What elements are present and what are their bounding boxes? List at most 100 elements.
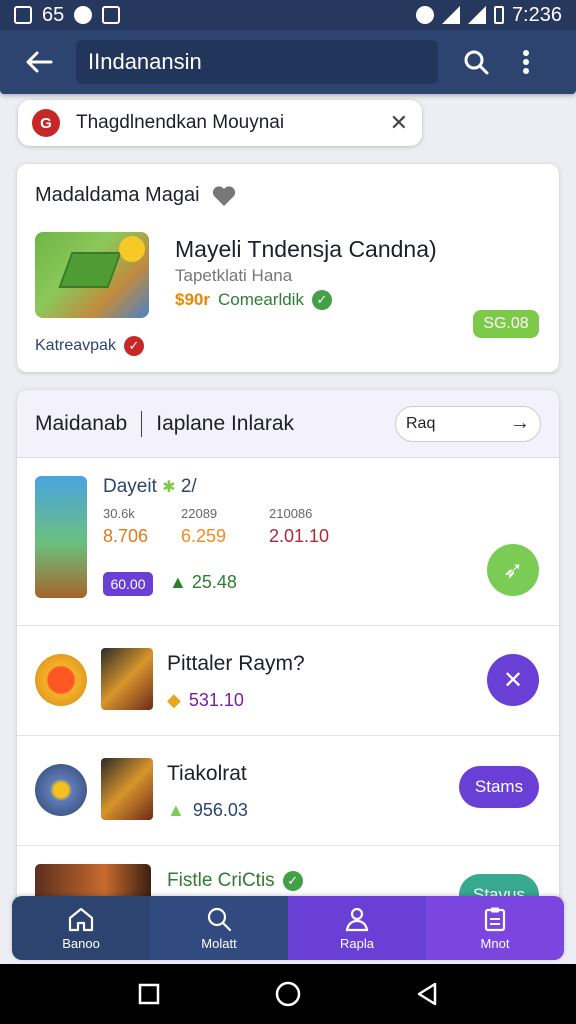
stat-label: 30.6k	[103, 506, 135, 521]
verified-check-icon: ✓	[311, 290, 332, 310]
filter-chip[interactable]: G Thagdlnendkan Mouynai ✕	[18, 100, 422, 146]
overflow-menu-button[interactable]	[504, 40, 548, 84]
people-icon	[345, 907, 369, 931]
featured-meta: $90r Comearldik ✓	[175, 290, 332, 310]
item-value: ▲ 956.03	[167, 800, 248, 821]
verified-check-icon: ✓	[282, 871, 303, 891]
coin-icon	[35, 764, 87, 816]
system-nav-bar	[0, 964, 576, 1024]
more-vertical-icon	[523, 50, 529, 74]
game-thumbnail[interactable]	[35, 232, 149, 318]
launch-button[interactable]: ➶	[487, 544, 539, 596]
action-button[interactable]: ✕	[487, 654, 539, 706]
featured-company: Comearldik	[217, 290, 304, 309]
nav-item-label: Molatt	[201, 935, 237, 951]
item-thumbnail	[101, 758, 153, 820]
featured-subtitle: Tapetklati Hana	[175, 266, 293, 285]
featured-tag: Katreavpak ✓	[35, 336, 144, 356]
price-badge[interactable]: SG.08	[473, 310, 539, 338]
back-arrow-icon	[26, 51, 53, 73]
item-amount: ▲ 25.48	[169, 572, 237, 593]
nav-item-label: Mnot	[480, 935, 510, 951]
item-title-extra: 2/	[180, 476, 197, 497]
thumbnail-tile	[58, 252, 122, 288]
back-triangle-icon[interactable]	[416, 982, 438, 1006]
list-item[interactable]: Pittaler Raym? ◆ 531.10 ✕	[17, 626, 559, 736]
close-icon[interactable]: ✕	[390, 110, 408, 136]
nav-item-home[interactable]: Banoo	[12, 896, 150, 960]
arrow-right-icon[interactable]: →	[510, 412, 530, 435]
alarm-icon	[415, 6, 434, 24]
rocket-icon: ➶	[502, 556, 524, 584]
status-bar: 65 7:236	[0, 0, 576, 30]
featured-tag-text: Katreavpak	[35, 337, 116, 354]
list-item[interactable]: Tiakolrat ▲ 956.03 Stams	[17, 736, 559, 846]
stat-value: 6.259	[181, 526, 227, 546]
sparkle-icon: ✱	[162, 479, 176, 496]
heart-icon[interactable]	[212, 185, 236, 207]
home-circle-icon[interactable]	[275, 981, 301, 1007]
item-title: Pittaler Raym?	[167, 652, 305, 675]
recents-icon[interactable]	[138, 983, 160, 1005]
chip-label: Thagdlnendkan Mouynai	[76, 112, 285, 133]
nav-item-label: Banoo	[62, 935, 100, 951]
app-bar: IIndanansin	[0, 30, 576, 94]
list-item[interactable]: Dayeit ✱ 2/ 30.6k 22089 210086 8.706 6.2…	[17, 458, 559, 626]
stat-value: 2.01.10	[269, 526, 330, 546]
list-header-left[interactable]: Maidanab	[35, 412, 127, 436]
stat-value: 8.706	[103, 526, 149, 546]
item-title-text: Dayeit	[103, 476, 157, 497]
item-thumbnail	[101, 648, 153, 710]
featured-card[interactable]: Madaldama Magai Mayeli Tndensja Candna) …	[17, 164, 559, 372]
list-search-placeholder: Raq	[406, 414, 436, 432]
nav-item-search[interactable]: Molatt	[150, 896, 288, 960]
status-button[interactable]: Stams	[459, 766, 539, 808]
featured-rating: $90r	[175, 290, 210, 309]
list-header: Maidanab Iaplane Inlarak Raq →	[17, 390, 559, 458]
featured-title: Mayeli Tndensja Candna)	[175, 236, 437, 262]
item-value-text: 531.10	[188, 690, 244, 710]
status-time: 7:236	[511, 3, 562, 26]
header-divider	[141, 410, 143, 437]
stat-label: 210086	[269, 506, 313, 521]
gem-icon: ▲	[169, 572, 187, 592]
nav-item-label: Rapla	[340, 935, 374, 951]
item-title-text: Fistle CriCtis	[167, 870, 275, 891]
item-thumbnail	[35, 476, 87, 598]
list-search-field[interactable]: Raq →	[395, 405, 541, 442]
item-title: Dayeit ✱ 2/	[103, 476, 197, 498]
back-button[interactable]	[14, 37, 64, 87]
swords-icon: ✕	[502, 666, 524, 694]
app-title[interactable]: IIndanansin	[76, 40, 438, 84]
signal-icon	[467, 6, 486, 24]
gallery-icon	[14, 6, 32, 24]
search-button[interactable]	[454, 40, 498, 84]
item-title: Tiakolrat	[167, 762, 247, 785]
emoji-icon	[119, 236, 145, 262]
search-icon	[464, 50, 489, 75]
status-text: 65	[42, 3, 65, 26]
nav-item-people[interactable]: Rapla	[288, 896, 426, 960]
item-value-text: 956.03	[192, 800, 248, 820]
status-left: 65	[14, 3, 121, 27]
list-card: Maidanab Iaplane Inlarak Raq → Dayeit ✱ …	[17, 390, 559, 910]
home-icon	[68, 907, 94, 931]
clipboard-icon	[484, 907, 506, 931]
item-badge: 60.00	[103, 572, 153, 596]
bottom-navigation: Banoo Molatt Rapla Mnot	[12, 896, 564, 960]
verified-check-icon: ✓	[123, 336, 144, 356]
item-amount-text: 25.48	[191, 572, 237, 592]
item-value: ◆ 531.10	[167, 690, 244, 711]
stat-label: 22089	[181, 506, 218, 521]
search-icon	[207, 907, 232, 931]
featured-header-text: Madaldama Magai	[35, 184, 200, 206]
coin-icon	[35, 654, 87, 706]
item-title: Fistle CriCtis ✓	[167, 870, 303, 892]
battery-icon	[493, 6, 504, 24]
nav-item-clipboard[interactable]: Mnot	[426, 896, 564, 960]
tag-icon: ◆	[167, 690, 181, 710]
notification-icon	[102, 6, 121, 24]
featured-header: Madaldama Magai	[35, 184, 236, 207]
wifi-icon	[441, 6, 460, 24]
list-header-right[interactable]: Iaplane Inlarak	[156, 412, 294, 436]
